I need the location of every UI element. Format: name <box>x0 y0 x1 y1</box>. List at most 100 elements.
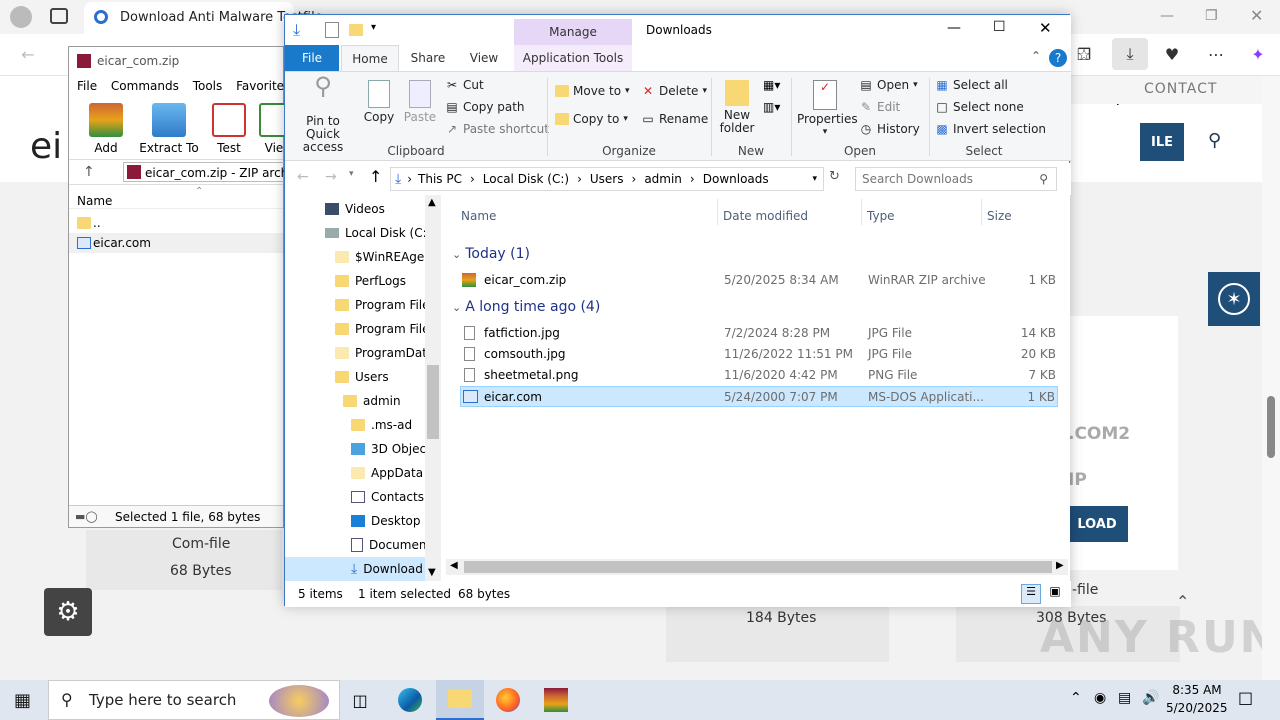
taskbar-edge[interactable] <box>386 680 434 720</box>
close-icon[interactable]: ✕ <box>1039 19 1052 37</box>
ribbon-collapse-icon[interactable]: ⌃ <box>1031 49 1041 63</box>
nav-item-admin[interactable]: admin <box>343 389 401 413</box>
browser-essentials-icon[interactable]: ♥ <box>1156 38 1188 70</box>
back-icon[interactable]: ← <box>12 38 44 70</box>
column-divider[interactable] <box>861 199 862 225</box>
copy-button[interactable]: Copy <box>361 80 397 124</box>
open-button[interactable]: ▤ Open ▾ <box>859 78 917 92</box>
group-header-today[interactable]: ⌄ Today (1) <box>452 246 530 262</box>
tab-home[interactable]: Home <box>341 45 399 71</box>
taskbar-search-box[interactable]: ⚲ Type here to search <box>48 680 340 720</box>
easy-access-icon[interactable]: ▥▾ <box>763 100 780 114</box>
breadcrumb-users[interactable]: Users <box>590 172 624 186</box>
breadcrumb-downloads[interactable]: Downloads <box>703 172 769 186</box>
browser-scrollbar[interactable] <box>1262 76 1280 680</box>
nav-item-perflogs[interactable]: PerfLogs <box>335 269 406 293</box>
nav-item-ms-ad[interactable]: .ms-ad <box>351 413 412 437</box>
winrar-path-field[interactable]: eicar_com.zip - ZIP archiv <box>123 162 285 182</box>
column-size[interactable]: Size <box>987 209 1012 223</box>
site-search-icon[interactable]: ⚲ <box>1208 130 1221 151</box>
scroll-up-icon[interactable]: ▲ <box>428 197 436 208</box>
nav-item-local-disk[interactable]: Local Disk (C:) <box>325 221 431 245</box>
column-name[interactable]: Name <box>461 209 496 223</box>
scroll-right-icon[interactable]: ▶ <box>1056 560 1064 571</box>
address-dropdown-icon[interactable]: ▾ <box>812 174 817 184</box>
scroll-left-icon[interactable]: ◀ <box>450 560 458 571</box>
minimize-icon[interactable]: — <box>1160 8 1174 24</box>
delete-button[interactable]: ✕ Delete ▾ <box>641 84 707 98</box>
up-icon[interactable]: ↑ <box>369 167 382 186</box>
winrar-menu-favorites[interactable]: Favorites <box>236 79 290 93</box>
nav-item-videos[interactable]: Videos <box>325 197 385 221</box>
tab-application-tools[interactable]: Application Tools <box>514 45 632 71</box>
scrollbar-thumb[interactable] <box>1267 396 1275 458</box>
nav-item-users[interactable]: Users <box>335 365 389 389</box>
select-none-button[interactable]: □ Select none <box>935 100 1023 114</box>
winrar-column-header[interactable]: Name ⌃ <box>69 186 283 209</box>
close-icon[interactable]: ✕ <box>1250 6 1263 25</box>
notifications-icon[interactable]: □ <box>1238 688 1253 707</box>
copy-path-button[interactable]: ▤ Copy path <box>445 100 524 114</box>
windows-start-icon[interactable]: ▦ <box>14 690 31 711</box>
details-view-icon[interactable]: ☰ <box>1021 584 1041 604</box>
forward-icon[interactable]: → <box>325 169 337 185</box>
show-hidden-icons-icon[interactable]: ⌃ <box>1070 690 1082 706</box>
quick-access-down-icon[interactable]: ⤓ <box>293 20 300 40</box>
back-icon[interactable]: ← <box>297 169 309 185</box>
manage-contextual-tab[interactable]: Manage <box>514 19 632 45</box>
accessibility-button[interactable]: ✶ <box>1208 272 1260 326</box>
nav-item-program-files[interactable]: Program Files <box>335 293 436 317</box>
nav-item-desktop[interactable]: Desktop <box>351 509 421 533</box>
nav-scroll-thumb[interactable] <box>427 365 439 439</box>
file-row-eicar-com[interactable]: eicar.com 5/24/2000 7:07 PM MS-DOS Appli… <box>460 386 1058 407</box>
large-icons-view-icon[interactable]: ▣ <box>1045 584 1065 604</box>
file-row-fatfiction[interactable]: fatfiction.jpg 7/2/2024 8:28 PM JPG File… <box>460 323 1058 344</box>
tab-actions-icon[interactable] <box>50 8 68 24</box>
invert-selection-button[interactable]: ▩ Invert selection <box>935 122 1046 136</box>
taskbar-winrar[interactable] <box>532 680 580 720</box>
properties-qa-icon[interactable] <box>325 22 339 38</box>
more-icon[interactable]: ⋯ <box>1200 38 1232 70</box>
taskbar-clock-date[interactable]: 5/20/2025 <box>1166 701 1228 715</box>
address-bar[interactable]: ⤓ › This PC › Local Disk (C:) › Users › … <box>390 167 824 191</box>
winrar-menu-commands[interactable]: Commands <box>111 79 179 93</box>
winrar-menu-tools[interactable]: Tools <box>193 79 223 93</box>
copilot-icon[interactable]: ✦ <box>1242 38 1274 70</box>
column-date-modified[interactable]: Date modified <box>723 209 808 223</box>
copy-to-button[interactable]: Copy to ▾ <box>555 112 628 126</box>
nav-item-programdata[interactable]: ProgramData <box>335 341 434 365</box>
task-view-button[interactable]: ◫ <box>336 680 384 720</box>
column-divider[interactable] <box>981 199 982 225</box>
refresh-icon[interactable]: ↻ <box>829 169 840 184</box>
new-folder-button[interactable]: New folder <box>715 80 759 135</box>
edit-button[interactable]: ✎ Edit <box>859 100 900 114</box>
nav-scrollbar[interactable]: ▲ ▼ <box>425 195 441 581</box>
tab-file[interactable]: File <box>285 45 339 71</box>
paste-shortcut-button[interactable]: ↗ Paste shortcut <box>445 122 549 136</box>
new-folder-qa-icon[interactable] <box>349 24 363 36</box>
winrar-add-button[interactable]: Add <box>83 103 129 155</box>
new-item-icon[interactable]: ▦▾ <box>763 78 780 92</box>
pin-quick-access-button[interactable]: ⚲ Pin to Quick access <box>291 74 355 154</box>
group-header-long-ago[interactable]: ⌄ A long time ago (4) <box>452 299 600 315</box>
breadcrumb-local-disk[interactable]: Local Disk (C:) <box>483 172 569 186</box>
meet-now-icon[interactable]: ◉ <box>1094 690 1106 706</box>
taskbar-file-explorer[interactable] <box>436 680 484 720</box>
tab-share[interactable]: Share <box>403 45 453 71</box>
h-scroll-thumb[interactable] <box>464 561 1052 573</box>
scroll-down-icon[interactable]: ▼ <box>428 567 436 578</box>
taskbar-firefox[interactable] <box>484 680 532 720</box>
rename-button[interactable]: ▭ Rename <box>641 112 708 126</box>
cut-button[interactable]: ✂ Cut <box>445 78 484 92</box>
nav-item-downloads[interactable]: ⤓ Download <box>285 557 425 581</box>
nav-item-program-files-x86[interactable]: Program Files <box>335 317 436 341</box>
up-arrow-icon[interactable]: ↑ <box>83 164 95 180</box>
search-downloads-box[interactable]: Search Downloads ⚲ <box>855 167 1057 191</box>
winrar-test-button[interactable]: Test <box>209 103 249 155</box>
site-download-button[interactable]: ILE <box>1140 123 1184 161</box>
site-download-btn2[interactable]: LOAD <box>1066 506 1128 542</box>
maximize-icon[interactable]: ☐ <box>993 19 1006 35</box>
nav-item-contacts[interactable]: Contacts <box>351 485 424 509</box>
nav-item-winreagent[interactable]: $WinREAgent <box>335 245 437 269</box>
column-divider[interactable] <box>717 199 718 225</box>
